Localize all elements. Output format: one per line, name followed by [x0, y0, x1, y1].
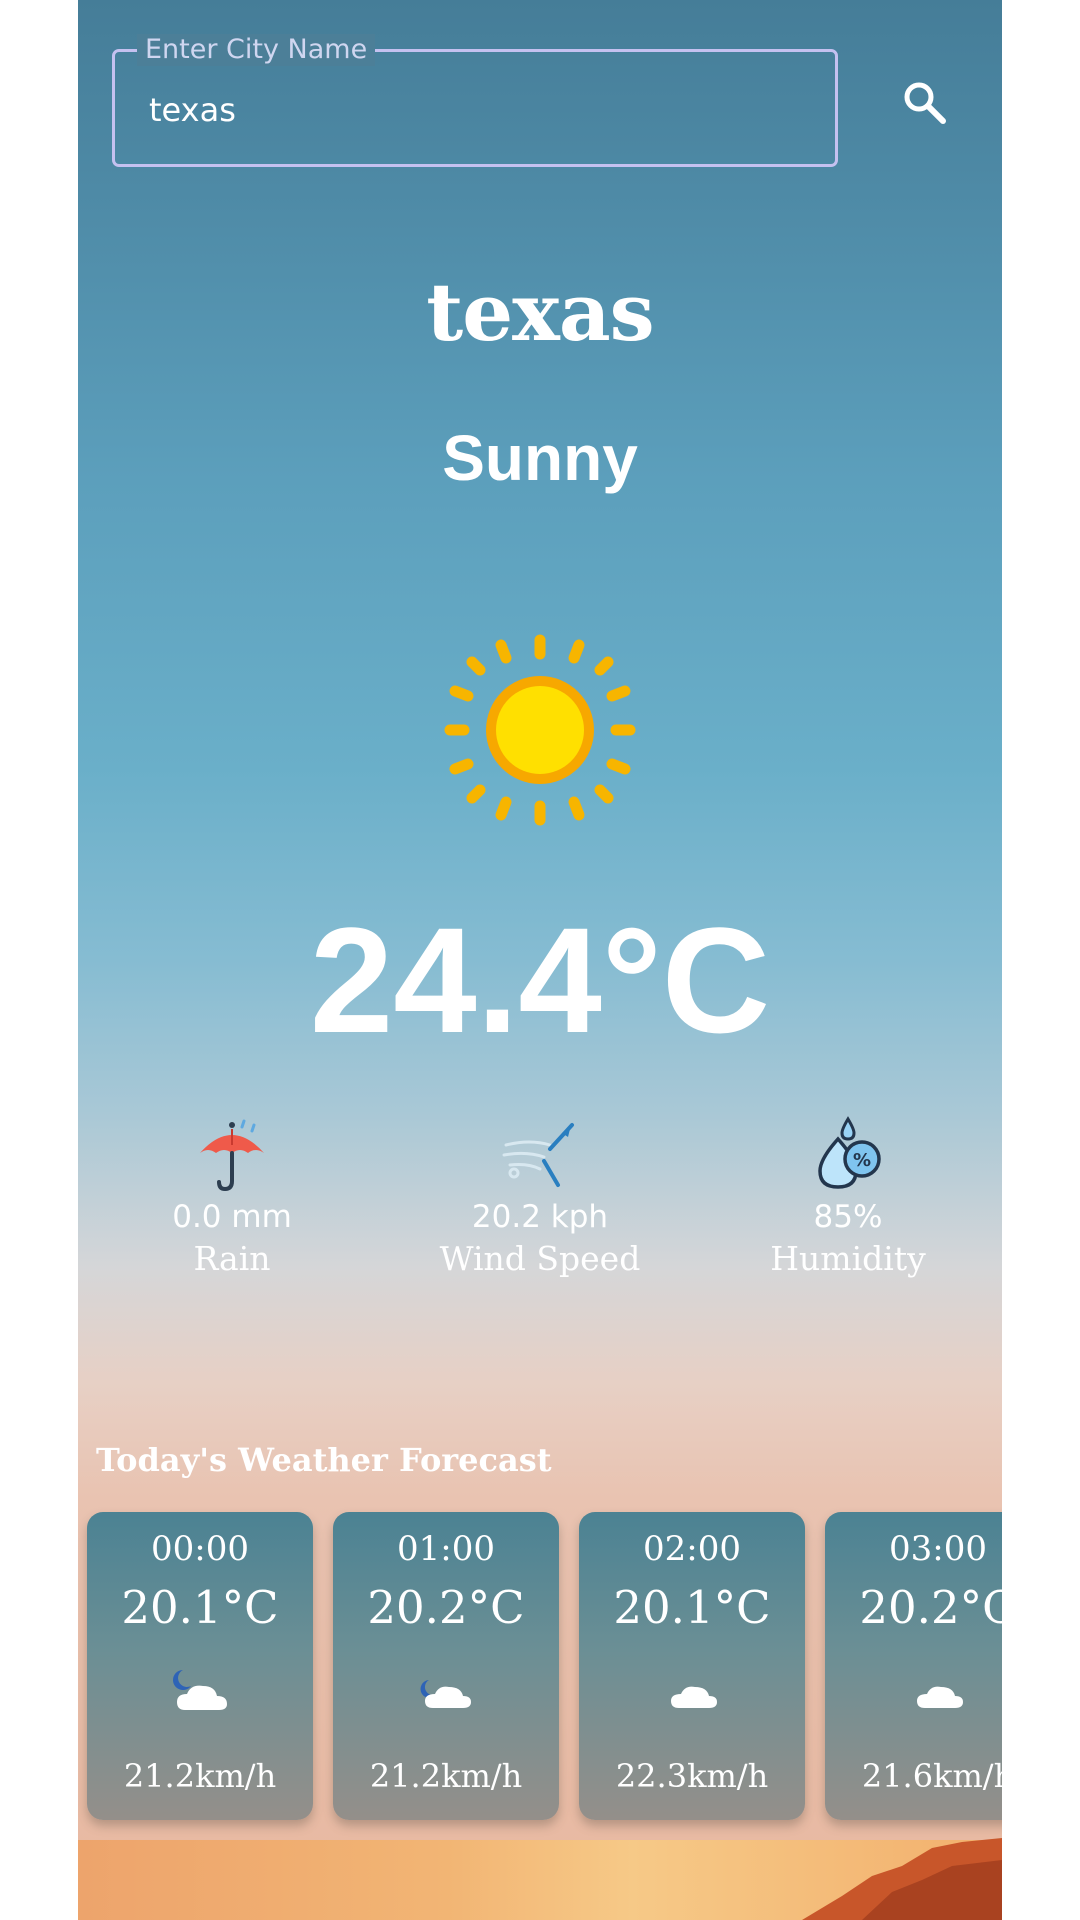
cloud-icon: [671, 1686, 717, 1708]
rain-stat: 0.0 mm Rain: [102, 1115, 362, 1281]
wind-icon: [502, 1123, 574, 1187]
city-name: texas: [426, 265, 654, 359]
humidity-icon: %: [818, 1116, 881, 1189]
forecast-wind: 21.6km/h: [861, 1757, 1002, 1795]
hourly-forecast-list[interactable]: 00:00 20.1°C 21.2km/h 01:00 20.2°C 21.2k…: [87, 1512, 1002, 1822]
forecast-card[interactable]: 02:00 20.1°C 22.3km/h: [579, 1512, 805, 1820]
umbrella-icon: [200, 1119, 264, 1192]
weather-screen: Enter City Name texas texas Sunny 24.4°C…: [78, 0, 1002, 1920]
moon-cloud-icon: [420, 1680, 471, 1708]
moon-cloud-icon: [173, 1670, 227, 1710]
forecast-card[interactable]: 00:00 20.1°C 21.2km/h: [87, 1512, 313, 1820]
forecast-time: 02:00: [643, 1529, 741, 1569]
search-icon[interactable]: [900, 78, 950, 128]
humidity-stat: % 85% Humidity: [718, 1115, 978, 1281]
forecast-wind: 22.3km/h: [615, 1757, 769, 1795]
svg-text:%: %: [853, 1150, 871, 1171]
sun-icon: [444, 634, 636, 826]
forecast-wind: 21.2km/h: [123, 1757, 277, 1795]
rain-label: Rain: [193, 1239, 271, 1278]
wind-speed-label: Wind Speed: [439, 1239, 641, 1278]
forecast-temperature: 20.1°C: [613, 1581, 771, 1634]
humidity-value: 85%: [813, 1199, 883, 1235]
wind-speed-value: 20.2 kph: [471, 1199, 609, 1235]
forecast-wind: 21.2km/h: [369, 1757, 523, 1795]
forecast-temperature: 20.2°C: [367, 1581, 525, 1634]
rock-silhouette: [802, 1838, 1002, 1920]
forecast-time: 01:00: [397, 1529, 495, 1569]
cloud-icon: [917, 1686, 963, 1708]
forecast-temperature: 20.2°C: [859, 1581, 1002, 1634]
forecast-time: 00:00: [151, 1529, 249, 1569]
forecast-title: Today's Weather Forecast: [96, 1441, 552, 1479]
forecast-time: 03:00: [889, 1529, 987, 1569]
wind-stat: 20.2 kph Wind Speed: [410, 1115, 670, 1281]
current-temperature: 24.4°C: [309, 896, 771, 1064]
forecast-temperature: 20.1°C: [121, 1581, 279, 1634]
search-field-label: Enter City Name: [137, 34, 376, 66]
humidity-label: Humidity: [770, 1239, 926, 1278]
search-input[interactable]: texas: [149, 90, 236, 130]
rain-value: 0.0 mm: [172, 1199, 292, 1235]
weather-condition: Sunny: [442, 422, 638, 494]
city-search-field[interactable]: Enter City Name texas: [112, 34, 838, 167]
forecast-card[interactable]: 03:00 20.2°C 21.6km/h: [825, 1512, 1002, 1820]
forecast-card[interactable]: 01:00 20.2°C 21.2km/h: [333, 1512, 559, 1820]
